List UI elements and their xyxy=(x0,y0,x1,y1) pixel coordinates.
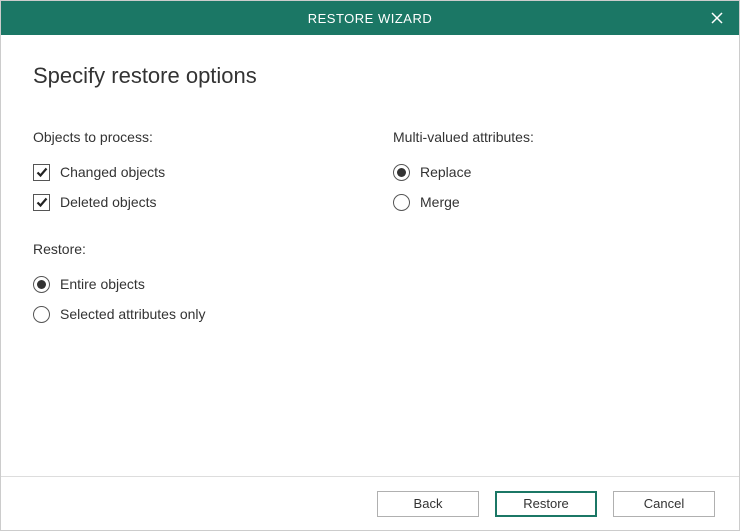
radio-dot-icon xyxy=(397,168,406,177)
entire-objects-option[interactable]: Entire objects xyxy=(33,269,313,299)
close-icon xyxy=(711,12,723,24)
merge-radio[interactable] xyxy=(393,194,410,211)
check-icon xyxy=(36,196,48,208)
radio-dot-icon xyxy=(37,280,46,289)
titlebar: RESTORE WIZARD xyxy=(1,1,739,35)
page-title: Specify restore options xyxy=(33,63,707,89)
deleted-objects-label: Deleted objects xyxy=(60,194,157,210)
check-icon xyxy=(36,166,48,178)
footer: Back Restore Cancel xyxy=(1,476,739,530)
selected-attributes-label: Selected attributes only xyxy=(60,306,206,322)
entire-objects-radio[interactable] xyxy=(33,276,50,293)
right-column: Multi-valued attributes: Replace Merge xyxy=(393,129,673,329)
cancel-button[interactable]: Cancel xyxy=(613,491,715,517)
entire-objects-label: Entire objects xyxy=(60,276,145,292)
replace-label: Replace xyxy=(420,164,471,180)
changed-objects-label: Changed objects xyxy=(60,164,165,180)
restore-button[interactable]: Restore xyxy=(495,491,597,517)
restore-wizard-window: RESTORE WIZARD Specify restore options O… xyxy=(0,0,740,531)
merge-option[interactable]: Merge xyxy=(393,187,673,217)
close-button[interactable] xyxy=(695,1,739,35)
deleted-objects-checkbox[interactable] xyxy=(33,194,50,211)
options-columns: Objects to process: Changed objects Dele… xyxy=(33,129,707,329)
replace-option[interactable]: Replace xyxy=(393,157,673,187)
changed-objects-checkbox[interactable] xyxy=(33,164,50,181)
selected-attributes-option[interactable]: Selected attributes only xyxy=(33,299,313,329)
merge-label: Merge xyxy=(420,194,460,210)
selected-attributes-radio[interactable] xyxy=(33,306,50,323)
window-title: RESTORE WIZARD xyxy=(308,11,433,26)
restore-group-label: Restore: xyxy=(33,241,313,257)
left-column: Objects to process: Changed objects Dele… xyxy=(33,129,313,329)
replace-radio[interactable] xyxy=(393,164,410,181)
changed-objects-option[interactable]: Changed objects xyxy=(33,157,313,187)
objects-to-process-label: Objects to process: xyxy=(33,129,313,145)
content-area: Specify restore options Objects to proce… xyxy=(1,35,739,476)
multi-valued-label: Multi-valued attributes: xyxy=(393,129,673,145)
back-button[interactable]: Back xyxy=(377,491,479,517)
deleted-objects-option[interactable]: Deleted objects xyxy=(33,187,313,217)
